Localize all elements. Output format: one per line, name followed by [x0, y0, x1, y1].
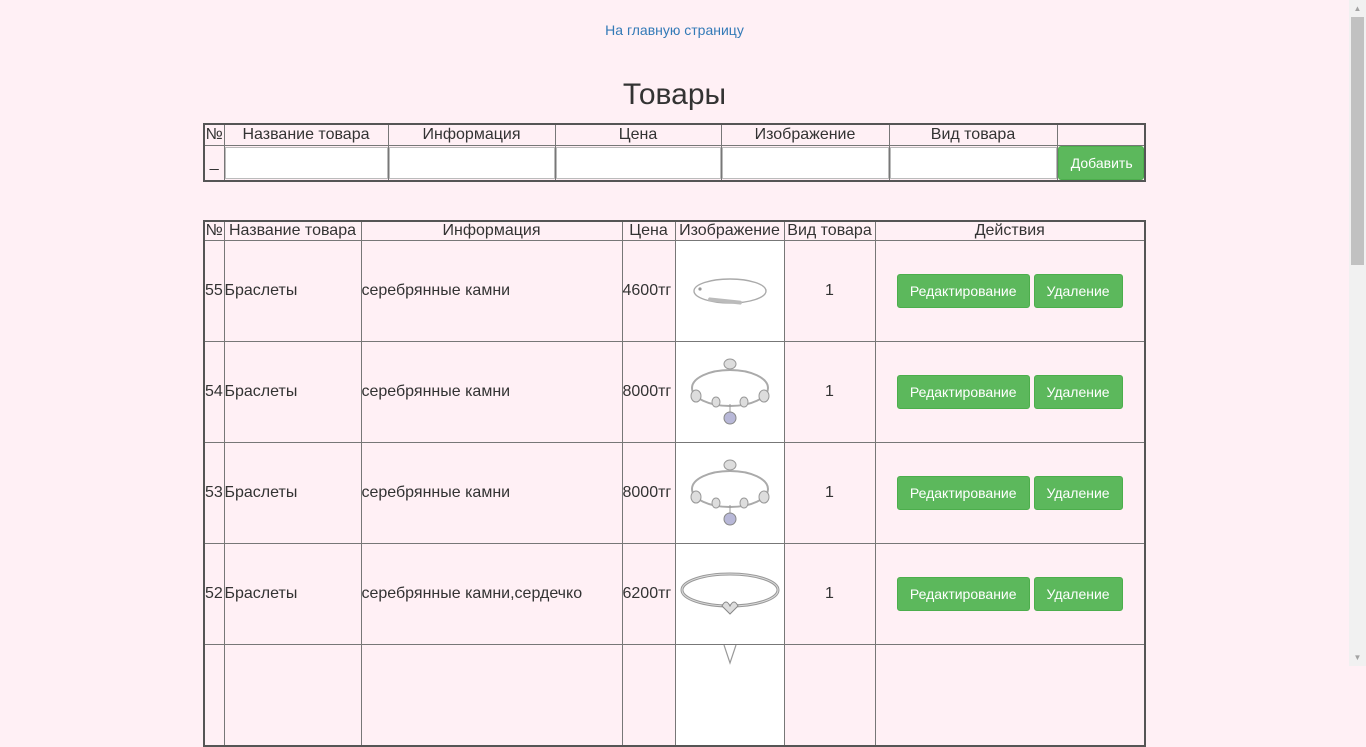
- type-input[interactable]: [889, 147, 1057, 179]
- scroll-thumb[interactable]: [1351, 17, 1364, 265]
- row-actions: Редактирование Удаление: [874, 240, 1146, 342]
- delete-button[interactable]: Удаление: [1033, 274, 1123, 308]
- row-id: 54: [203, 341, 225, 443]
- add-product-form: № Название товара Информация Цена Изобра…: [203, 123, 1146, 182]
- product-image-cell: [674, 543, 785, 645]
- row-actions: Редактирование Удаление: [874, 341, 1146, 443]
- header-type: Вид товара: [888, 123, 1058, 146]
- image-input[interactable]: [721, 147, 889, 179]
- edit-button[interactable]: Редактирование: [896, 577, 1030, 611]
- product-image-cell: [674, 442, 785, 544]
- table-row: 52 Браслеты серебрянные камни,сердечко 6…: [203, 543, 1146, 645]
- row-type: 1: [783, 240, 876, 342]
- header-image: Изображение: [720, 123, 890, 146]
- add-form-input-row: _ Добавить: [203, 145, 1146, 182]
- products-table: № Название товара Информация Цена Изобра…: [203, 220, 1146, 747]
- row-price: 8000тг: [621, 341, 676, 443]
- row-type: 1: [783, 543, 876, 645]
- table-row: 55 Браслеты серебрянные камни 4600тг 1 Р…: [203, 240, 1146, 342]
- col-image: Изображение: [674, 220, 785, 241]
- header-info: Информация: [387, 123, 556, 146]
- col-name: Название товара: [223, 220, 362, 241]
- col-type: Вид товара: [783, 220, 876, 241]
- col-info: Информация: [360, 220, 623, 241]
- product-image-cell: [674, 341, 785, 443]
- col-actions: Действия: [874, 220, 1146, 241]
- row-id: 53: [203, 442, 225, 544]
- page-scrollbar[interactable]: ▲ ▼: [1349, 0, 1366, 666]
- scroll-down-arrow-icon[interactable]: ▼: [1349, 649, 1366, 666]
- row-type: 1: [783, 442, 876, 544]
- row-info: серебрянные камни: [360, 341, 623, 443]
- row-name: Браслеты: [223, 240, 362, 342]
- row-name: Браслеты: [223, 543, 362, 645]
- num-placeholder: _: [203, 145, 225, 182]
- add-button[interactable]: Добавить: [1057, 146, 1144, 180]
- products-header-row: № Название товара Информация Цена Изобра…: [203, 220, 1146, 241]
- charm-bracelet-image: [690, 358, 769, 425]
- table-row: 53 Браслеты серебрянные камни 8000тг 1 Р…: [203, 442, 1146, 544]
- header-num: №: [203, 123, 225, 146]
- product-image-cell: [674, 240, 785, 342]
- row-id: 55: [203, 240, 225, 342]
- edit-button[interactable]: Редактирование: [896, 274, 1030, 308]
- row-name: Браслеты: [223, 442, 362, 544]
- row-price: 8000тг: [621, 442, 676, 544]
- info-input[interactable]: [388, 147, 555, 179]
- row-price: 4600тг: [621, 240, 676, 342]
- row-info: серебрянные камни,сердечко: [360, 543, 623, 645]
- page-title: Товары: [622, 78, 727, 111]
- delete-button[interactable]: Удаление: [1033, 577, 1123, 611]
- header-empty: [1056, 123, 1146, 146]
- product-image-cell: [674, 644, 785, 747]
- row-actions: Редактирование Удаление: [874, 543, 1146, 645]
- table-row: 54 Браслеты серебрянные камни 8000тг 1 Р…: [203, 341, 1146, 443]
- col-num: №: [203, 220, 225, 241]
- delete-button[interactable]: Удаление: [1033, 375, 1123, 409]
- row-info: серебрянные камни: [360, 442, 623, 544]
- row-actions: Редактирование Удаление: [874, 442, 1146, 544]
- row-type: 1: [783, 341, 876, 443]
- row-id: 52: [203, 543, 225, 645]
- add-form-header-row: № Название товара Информация Цена Изобра…: [203, 123, 1146, 146]
- row-price: 6200тг: [621, 543, 676, 645]
- header-name: Название товара: [223, 123, 389, 146]
- thin-chain-bracelet-image: [692, 278, 767, 305]
- edit-button[interactable]: Редактирование: [896, 375, 1030, 409]
- table-row-partial: [203, 644, 1146, 747]
- row-name: Браслеты: [223, 341, 362, 443]
- name-input[interactable]: [224, 147, 388, 179]
- col-price: Цена: [621, 220, 676, 241]
- snake-chain-heart-bracelet-image: [680, 572, 779, 615]
- delete-button[interactable]: Удаление: [1033, 476, 1123, 510]
- header-price: Цена: [554, 123, 722, 146]
- charm-bracelet-image: [690, 459, 769, 526]
- row-info: серебрянные камни: [360, 240, 623, 342]
- necklace-image: [722, 645, 737, 665]
- price-input[interactable]: [555, 147, 721, 179]
- edit-button[interactable]: Редактирование: [896, 476, 1030, 510]
- scroll-up-arrow-icon[interactable]: ▲: [1349, 0, 1366, 17]
- home-link[interactable]: На главную страницу: [0, 22, 1349, 38]
